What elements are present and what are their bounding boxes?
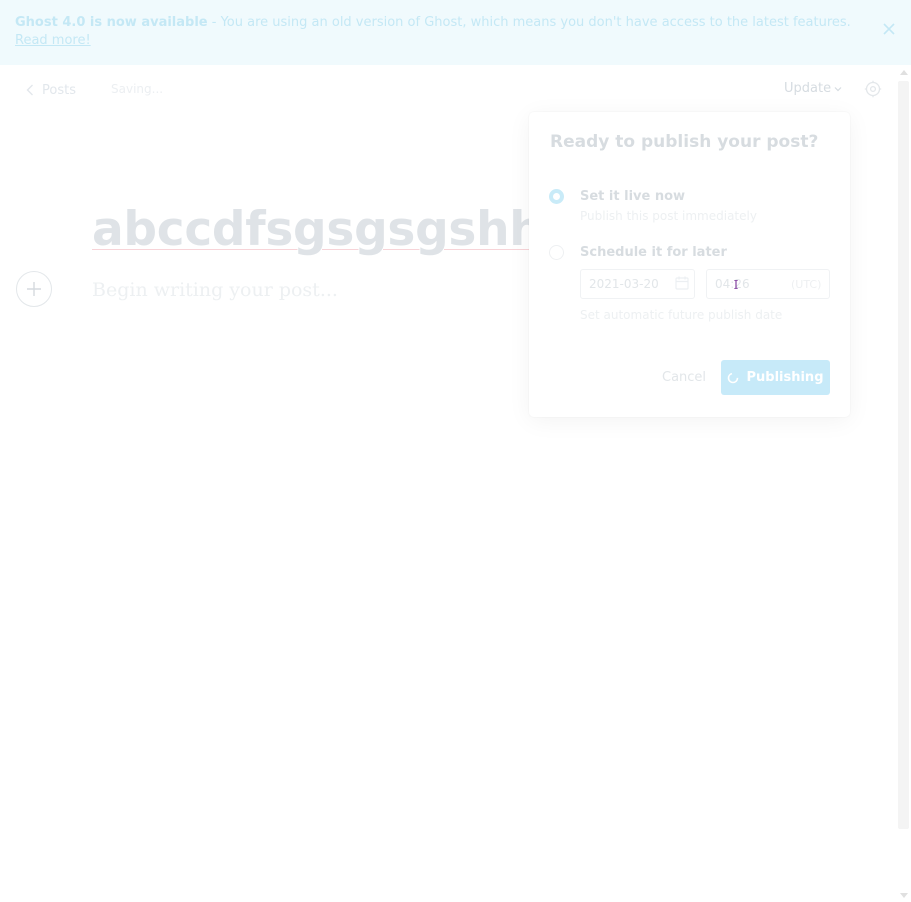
publish-popover: Ready to publish your post? Set it live … xyxy=(529,112,850,417)
banner-message: - You are using an old version of Ghost,… xyxy=(207,15,851,30)
banner-strong-text: Ghost 4.0 is now available xyxy=(15,15,208,30)
schedule-label[interactable]: Schedule it for later xyxy=(580,245,727,260)
editor-viewport: Ghost 4.0 is now available - You are usi… xyxy=(0,0,911,902)
upgrade-banner: Ghost 4.0 is now available - You are usi… xyxy=(0,0,911,65)
chevron-left-icon xyxy=(26,84,33,96)
back-label: Posts xyxy=(42,82,76,98)
cancel-button[interactable]: Cancel xyxy=(662,370,706,385)
publish-button-label: Publishing xyxy=(746,370,824,385)
scroll-down-arrow-icon[interactable] xyxy=(900,893,908,898)
plus-icon xyxy=(27,282,41,296)
close-icon[interactable] xyxy=(882,22,896,36)
post-title[interactable]: abccdfsgsgsgshhh xyxy=(92,200,576,260)
publish-now-label[interactable]: Set it live now xyxy=(580,189,685,204)
spinner-icon xyxy=(728,372,739,383)
scrollbar-thumb[interactable] xyxy=(898,81,909,829)
banner-text: Ghost 4.0 is now available - You are usi… xyxy=(15,14,855,50)
editor-header: Posts Saving... Update xyxy=(0,65,896,113)
back-to-posts-link[interactable]: Posts xyxy=(26,81,76,99)
timezone-label: (UTC) xyxy=(791,278,822,291)
publish-now-radio[interactable] xyxy=(549,189,564,204)
update-label: Update xyxy=(784,81,832,96)
banner-read-more-link[interactable]: Read more! xyxy=(15,32,855,50)
schedule-description: Set automatic future publish date xyxy=(580,308,783,322)
post-body-placeholder[interactable]: Begin writing your post... xyxy=(92,279,338,301)
page-scrollbar[interactable] xyxy=(896,65,911,902)
save-status: Saving... xyxy=(111,82,164,96)
publish-button[interactable]: Publishing xyxy=(721,360,830,395)
popover-title: Ready to publish your post? xyxy=(550,132,819,152)
scroll-up-arrow-icon[interactable] xyxy=(900,70,908,75)
publish-now-description: Publish this post immediately xyxy=(580,209,757,223)
schedule-radio[interactable] xyxy=(549,245,564,260)
calendar-icon[interactable] xyxy=(675,276,689,290)
add-card-button[interactable] xyxy=(16,271,52,307)
text-cursor-icon xyxy=(734,280,738,289)
settings-icon[interactable] xyxy=(864,80,882,98)
update-dropdown-trigger[interactable]: Update xyxy=(784,81,842,96)
chevron-down-icon xyxy=(834,86,842,91)
